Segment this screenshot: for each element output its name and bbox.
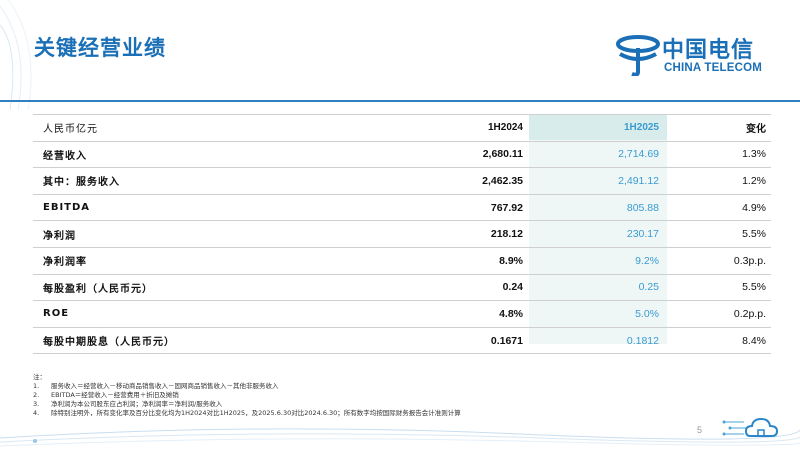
- footnote-text: 服务收入＝经营收入－移动商品销售收入－固网商品销售收入－其他非服务收入: [51, 382, 279, 390]
- table-row: 净利润 218.12 230.17 5.5%: [33, 220, 771, 248]
- table-header-row: 人民币亿元 1H2024 1H2025 变化: [33, 114, 771, 142]
- row-value-1h2024: 767.92: [393, 194, 529, 222]
- footnote-item: 2. EBITDA＝经营收入－经营费用＋折旧及摊销: [33, 391, 593, 400]
- row-label: ROE: [33, 300, 393, 328]
- row-value-change: 5.5%: [667, 220, 771, 248]
- table-row: EBITDA 767.92 805.88 4.9%: [33, 194, 771, 222]
- row-label: 每股盈利（人民币元）: [33, 274, 393, 302]
- china-telecom-logo-icon: [616, 35, 660, 76]
- row-value-1h2024: 0.24: [393, 274, 529, 302]
- header-col-change: 变化: [667, 114, 771, 142]
- table-row: 经营收入 2,680.11 2,714.69 1.3%: [33, 141, 771, 169]
- footnote-number: 2.: [33, 391, 40, 399]
- table-row: 净利润率 8.9% 9.2% 0.3p.p.: [33, 247, 771, 275]
- company-logo: 中国电信 CHINA TELECOM: [612, 30, 782, 80]
- table-row: 每股中期股息（人民币元） 0.1671 0.1812 8.4%: [33, 327, 771, 355]
- row-value-change: 0.2p.p.: [667, 300, 771, 328]
- row-value-1h2025: 2,714.69: [529, 141, 667, 169]
- row-value-1h2025: 9.2%: [529, 247, 667, 275]
- header-unit-label: 人民币亿元: [33, 114, 393, 142]
- row-value-1h2024: 2,680.11: [393, 141, 529, 169]
- table-row: ROE 4.8% 5.0% 0.2p.p.: [33, 300, 771, 328]
- page-title: 关键经营业绩: [34, 35, 166, 60]
- row-value-change: 5.5%: [667, 274, 771, 302]
- decorative-wave-lines: [0, 428, 800, 447]
- row-value-change: 1.2%: [667, 167, 771, 195]
- table-row: 每股盈利（人民币元） 0.24 0.25 5.5%: [33, 274, 771, 302]
- row-value-1h2025: 805.88: [529, 194, 667, 222]
- row-label: 其中：服务收入: [33, 167, 393, 195]
- row-value-1h2024: 218.12: [393, 220, 529, 248]
- row-value-1h2025: 5.0%: [529, 300, 667, 328]
- cloud-network-icon: [722, 417, 779, 437]
- key-results-table-area: 人民币亿元 1H2024 1H2025 变化 经营收入 2,680.11 2,7…: [33, 114, 771, 355]
- row-label: 经营收入: [33, 141, 393, 169]
- row-value-1h2025: 0.1812: [529, 327, 667, 355]
- row-value-1h2024: 0.1671: [393, 327, 529, 355]
- key-results-table: 人民币亿元 1H2024 1H2025 变化 经营收入 2,680.11 2,7…: [33, 114, 771, 355]
- table-row: 其中：服务收入 2,462.35 2,491.12 1.2%: [33, 167, 771, 195]
- header-col-1h2024: 1H2024: [393, 114, 529, 142]
- row-value-1h2025: 2,491.12: [529, 167, 667, 195]
- slide: 关键经营业绩 中国电信 CHINA TELECOM 人民币亿元 1H2024 1…: [0, 0, 800, 450]
- row-value-1h2024: 8.9%: [393, 247, 529, 275]
- header-divider: [0, 100, 800, 102]
- row-value-1h2024: 4.8%: [393, 300, 529, 328]
- row-value-change: 0.3p.p.: [667, 247, 771, 275]
- footnote-text: EBITDA＝经营收入－经营费用＋折旧及摊销: [51, 391, 179, 399]
- logo-chinese-name: 中国电信: [662, 37, 755, 63]
- row-value-change: 8.4%: [667, 327, 771, 355]
- page-number: 5: [697, 425, 703, 435]
- footnote-item: 1. 服务收入＝经营收入－移动商品销售收入－固网商品销售收入－其他非服务收入: [33, 382, 593, 391]
- footnote-number: 1.: [33, 382, 40, 390]
- row-label: 净利润: [33, 220, 393, 248]
- row-label: EBITDA: [33, 194, 393, 222]
- row-label: 每股中期股息（人民币元）: [33, 327, 393, 355]
- row-value-1h2025: 0.25: [529, 274, 667, 302]
- logo-english-name: CHINA TELECOM: [664, 62, 763, 74]
- row-value-1h2025: 230.17: [529, 220, 667, 248]
- row-value-change: 1.3%: [667, 141, 771, 169]
- header-col-1h2025: 1H2025: [529, 114, 667, 142]
- row-value-1h2024: 2,462.35: [393, 167, 529, 195]
- footnotes-heading: 注：: [33, 373, 46, 381]
- row-label: 净利润率: [33, 247, 393, 275]
- row-value-change: 4.9%: [667, 194, 771, 222]
